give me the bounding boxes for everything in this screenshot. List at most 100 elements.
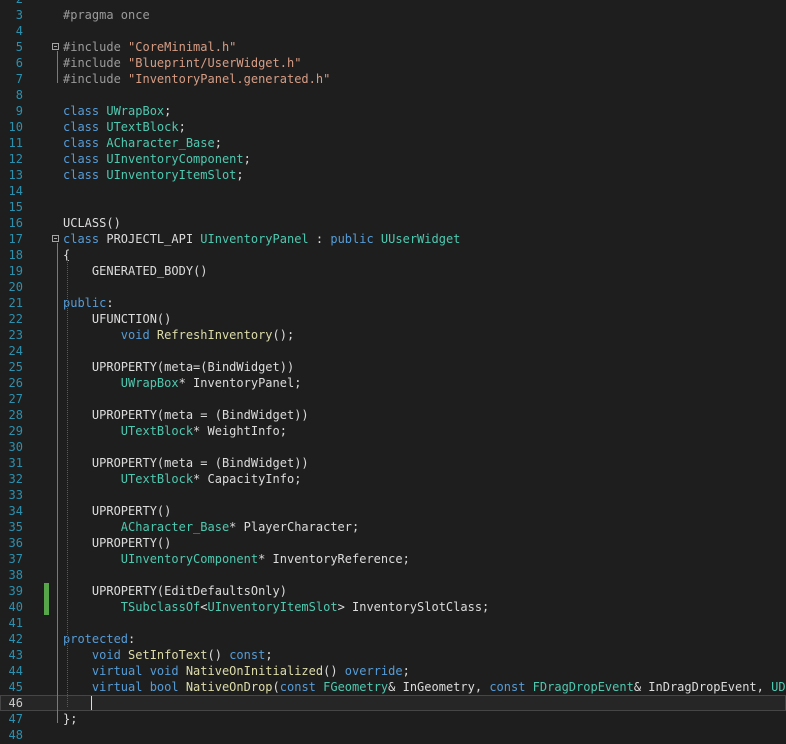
- code-line[interactable]: 44 virtual void NativeOnInitialized() ov…: [0, 663, 786, 679]
- code-line[interactable]: 28 UPROPERTY(meta = (BindWidget)): [0, 407, 786, 423]
- code-token: (): [156, 536, 172, 550]
- code-line[interactable]: 21 public:: [0, 295, 786, 311]
- code-line[interactable]: 42 protected:: [0, 631, 786, 647]
- code-line[interactable]: 34 UPROPERTY(): [0, 503, 786, 519]
- line-code: GENERATED_BODY(): [63, 263, 208, 279]
- code-token: "Blueprint/UserWidget.h": [128, 56, 302, 70]
- code-token: (EditDefaultsOnly): [156, 584, 287, 598]
- code-line[interactable]: 24: [0, 343, 786, 359]
- code-line[interactable]: 2: [0, 0, 786, 7]
- text-caret: [91, 696, 92, 710]
- line-number: 46: [8, 696, 23, 710]
- line-code: class UWrapBox;: [63, 103, 171, 119]
- code-line[interactable]: 16 UCLASS(): [0, 215, 786, 231]
- code-token: :: [106, 296, 114, 310]
- code-line[interactable]: 20: [0, 279, 786, 295]
- code-line[interactable]: 27: [0, 391, 786, 407]
- collapse-icon[interactable]: [52, 235, 59, 242]
- code-token: class: [63, 136, 107, 150]
- code-line[interactable]: 25 UPROPERTY(meta=(BindWidget)): [0, 359, 786, 375]
- change-marker: [44, 599, 49, 615]
- line-number: 47: [8, 712, 23, 726]
- code-token: #include: [63, 40, 129, 54]
- code-line[interactable]: 36 UPROPERTY(): [0, 535, 786, 551]
- code-line[interactable]: 35 ACharacter_Base* PlayerCharacter;: [0, 519, 786, 535]
- code-token: protected: [63, 632, 129, 646]
- code-token: "InventoryPanel.generated.h": [128, 72, 331, 86]
- code-token: UPROPERTY: [63, 360, 157, 374]
- code-line[interactable]: 8: [0, 87, 786, 103]
- code-line[interactable]: 3 #pragma once: [0, 7, 786, 23]
- code-line[interactable]: 9 class UWrapBox;: [0, 103, 786, 119]
- code-token: & InDragDropEvent,: [633, 680, 772, 694]
- code-line[interactable]: 45 virtual bool NativeOnDrop(const FGeom…: [0, 679, 786, 695]
- code-line[interactable]: 18{: [0, 247, 786, 263]
- code-token: > InventorySlotClass;: [337, 600, 490, 614]
- code-token: * InventoryReference;: [258, 552, 410, 566]
- code-line[interactable]: 11 class ACharacter_Base;: [0, 135, 786, 151]
- code-token: (): [106, 216, 121, 230]
- code-line[interactable]: 5 #include "CoreMinimal.h": [0, 39, 786, 55]
- line-number: 44: [8, 664, 23, 678]
- code-line[interactable]: 30: [0, 439, 786, 455]
- line-number: 19: [8, 264, 23, 278]
- code-line[interactable]: 10 class UTextBlock;: [0, 119, 786, 135]
- line-number: 43: [8, 648, 23, 662]
- line-code: UPROPERTY(meta=(BindWidget)): [63, 359, 294, 375]
- line-code: class UInventoryItemSlot;: [63, 167, 244, 183]
- line-code: class ACharacter_Base;: [63, 135, 222, 151]
- code-token: UWrapBox: [106, 104, 165, 118]
- code-line[interactable]: 12 class UInventoryComponent;: [0, 151, 786, 167]
- code-token: ;: [164, 104, 172, 118]
- line-number: 5: [15, 40, 23, 54]
- code-line[interactable]: 4: [0, 23, 786, 39]
- collapse-icon[interactable]: [52, 43, 59, 50]
- code-token: FGeometry: [323, 680, 389, 694]
- code-line[interactable]: 23 void RefreshInventory();: [0, 327, 786, 343]
- code-line[interactable]: 7 #include "InventoryPanel.generated.h": [0, 71, 786, 87]
- code-line[interactable]: 48: [0, 727, 786, 743]
- code-token: #include: [63, 56, 129, 70]
- code-line[interactable]: 39 UPROPERTY(EditDefaultsOnly): [0, 583, 786, 599]
- code-token: virtual bool: [91, 680, 186, 694]
- code-line[interactable]: 41: [0, 615, 786, 631]
- code-token: (meta = (BindWidget)): [156, 456, 309, 470]
- line-number: 38: [8, 568, 23, 582]
- code-line[interactable]: 38: [0, 567, 786, 583]
- line-code: class UInventoryComponent;: [63, 151, 251, 167]
- code-line[interactable]: 32 UTextBlock* CapacityInfo;: [0, 471, 786, 487]
- code-token: UInventoryItemSlot: [207, 600, 338, 614]
- line-code: #include "CoreMinimal.h": [63, 39, 236, 55]
- code-token: class: [63, 152, 107, 166]
- code-token: UDragDropOperation: [771, 680, 786, 694]
- code-line[interactable]: 22 UFUNCTION(): [0, 311, 786, 327]
- code-line[interactable]: 17 class PROJECTL_API UInventoryPanel : p…: [0, 231, 786, 247]
- line-number: 8: [15, 88, 23, 102]
- code-line[interactable]: 47};: [0, 711, 786, 727]
- code-line[interactable]: 14: [0, 183, 786, 199]
- code-line[interactable]: 29 UTextBlock* WeightInfo;: [0, 423, 786, 439]
- code-token: (): [156, 312, 172, 326]
- code-line[interactable]: 15: [0, 199, 786, 215]
- code-editor[interactable]: 23#pragma once45 #include "CoreMinimal.h"…: [0, 0, 786, 744]
- code-token: #pragma once: [63, 8, 150, 22]
- code-line[interactable]: 13 class UInventoryItemSlot;: [0, 167, 786, 183]
- code-line[interactable]: 33: [0, 487, 786, 503]
- code-line[interactable]: 46: [0, 695, 786, 711]
- line-number: 18: [8, 248, 23, 262]
- code-token: UPROPERTY: [63, 408, 157, 422]
- change-marker: [44, 583, 49, 599]
- code-line[interactable]: 6 #include "Blueprint/UserWidget.h": [0, 55, 786, 71]
- code-token: * WeightInfo;: [193, 424, 287, 438]
- code-line[interactable]: 40 TSubclassOf<UInventoryItemSlot> Inven…: [0, 599, 786, 615]
- code-line[interactable]: 43 void SetInfoText() const;: [0, 647, 786, 663]
- code-line[interactable]: 31 UPROPERTY(meta = (BindWidget)): [0, 455, 786, 471]
- code-line[interactable]: 37 UInventoryComponent* InventoryReferen…: [0, 551, 786, 567]
- code-line[interactable]: 19 GENERATED_BODY(): [0, 263, 786, 279]
- line-number: 27: [8, 392, 23, 406]
- line-number: 34: [8, 504, 23, 518]
- code-line[interactable]: 26 UWrapBox* InventoryPanel;: [0, 375, 786, 391]
- line-number: 42: [8, 632, 23, 646]
- line-number: 20: [8, 280, 23, 294]
